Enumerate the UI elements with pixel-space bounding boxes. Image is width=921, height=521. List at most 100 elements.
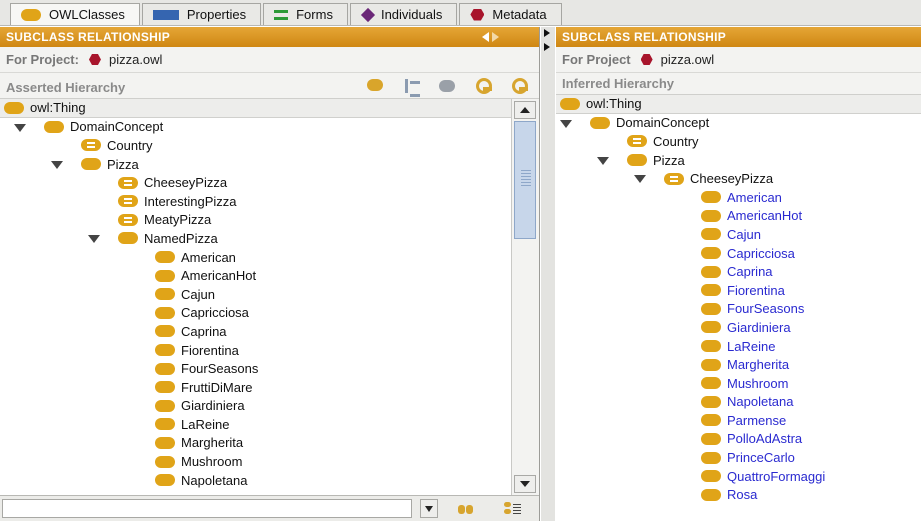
arrow-right-icon[interactable] — [544, 29, 550, 37]
hierarchy-header: Inferred Hierarchy — [556, 73, 921, 95]
panel-title: SUBCLASS RELATIONSHIP — [6, 30, 171, 44]
tab-owlclasses[interactable]: OWLClasses — [10, 3, 140, 25]
tab-metadata[interactable]: Metadata — [459, 3, 562, 25]
tree-row[interactable]: Mushroom — [556, 374, 921, 393]
grip-icon — [521, 170, 531, 188]
tree-row[interactable]: Giardiniera — [556, 318, 921, 337]
tree-item-label: PolloAdAstra — [727, 431, 803, 447]
tree-row[interactable]: CheeseyPizza — [556, 169, 921, 188]
tree-row[interactable]: PrinceCarlo — [556, 448, 921, 467]
tab-properties[interactable]: Properties — [141, 3, 262, 25]
remove-superclass-icon[interactable] — [509, 77, 531, 95]
tree-row[interactable]: Rosa — [556, 485, 921, 504]
tree-row[interactable]: LaReine — [0, 415, 511, 434]
tree-row[interactable]: Fiorentina — [556, 281, 921, 300]
arrow-right-icon[interactable] — [544, 43, 550, 51]
arrow-left-icon[interactable] — [482, 32, 489, 42]
vertical-scrollbar[interactable] — [511, 99, 539, 495]
class-icon — [4, 101, 24, 114]
tab-forms[interactable]: Forms — [263, 3, 348, 25]
tab-individuals[interactable]: Individuals — [349, 3, 458, 25]
tree-item-label: Margherita — [181, 435, 244, 451]
panel-title-bar: SUBCLASS RELATIONSHIP — [556, 27, 921, 47]
tree-row[interactable]: AmericanHot — [0, 266, 511, 285]
delete-class-icon[interactable] — [437, 77, 459, 95]
expand-toggle-icon[interactable] — [14, 123, 26, 132]
tree-row[interactable]: Cajun — [556, 225, 921, 244]
find-results-icon[interactable] — [504, 500, 522, 516]
tree-row[interactable]: DomainConcept — [556, 114, 921, 133]
class-icon — [81, 158, 101, 171]
tree-row[interactable]: FourSeasons — [0, 359, 511, 378]
arrow-right-icon[interactable] — [492, 32, 499, 42]
tree-row[interactable]: Country — [0, 136, 511, 155]
tree-row[interactable]: CheeseyPizza — [0, 173, 511, 192]
tree-row[interactable]: Caprina — [556, 262, 921, 281]
binoculars-icon[interactable] — [458, 501, 474, 515]
tree-row[interactable]: DomainConcept — [0, 118, 511, 137]
tree-item-label: Caprina — [727, 264, 773, 280]
tree-row[interactable]: Napoletana — [0, 471, 511, 490]
tree-row[interactable]: LaReine — [556, 337, 921, 356]
tree-row[interactable]: Country — [556, 132, 921, 151]
tree-row[interactable]: Margherita — [0, 434, 511, 453]
tree-row[interactable]: Caprina — [0, 322, 511, 341]
tree-row[interactable]: AmericanHot — [556, 207, 921, 226]
project-icon — [88, 54, 101, 65]
expand-toggle-icon[interactable] — [560, 119, 572, 128]
tree-row[interactable]: Parmense — [556, 411, 921, 430]
hierarchy-title: Asserted Hierarchy — [6, 80, 126, 95]
expand-toggle-icon[interactable] — [88, 235, 100, 244]
tree-row[interactable]: MeatyPizza — [0, 211, 511, 230]
tree-row[interactable]: Pizza — [0, 155, 511, 174]
scroll-thumb[interactable] — [514, 121, 536, 239]
expand-toggle-icon[interactable] — [634, 175, 646, 184]
inferred-tree: owl:Thing DomainConcept Country Pizza Cheese… — [556, 95, 921, 521]
find-dropdown-button[interactable] — [420, 499, 438, 518]
tree-row[interactable]: Giardiniera — [0, 397, 511, 416]
collapse-controls[interactable] — [482, 32, 499, 42]
class-icon — [155, 325, 175, 338]
tree-row[interactable]: American — [556, 188, 921, 207]
split-divider[interactable] — [541, 27, 555, 521]
tree-item-label: Capricciosa — [727, 245, 795, 261]
tree-row[interactable]: Pizza — [556, 151, 921, 170]
tree-row[interactable]: Mushroom — [0, 452, 511, 471]
arrow-up-icon — [520, 107, 530, 113]
create-sibling-icon[interactable] — [401, 77, 423, 97]
tree-row[interactable]: American — [0, 248, 511, 267]
hierarchy-toolbar — [365, 77, 531, 97]
tab-label: Properties — [186, 7, 247, 22]
tree-row[interactable]: Cajun — [0, 285, 511, 304]
class-icon — [155, 344, 175, 357]
class-icon — [155, 306, 175, 319]
tree-row[interactable]: InterestingPizza — [0, 192, 511, 211]
class-icon — [560, 97, 580, 110]
tree-row[interactable]: PolloAdAstra — [556, 430, 921, 449]
tree-item-label: Cajun — [181, 286, 215, 302]
expand-toggle-icon[interactable] — [597, 156, 609, 165]
tree-row[interactable]: Capricciosa — [0, 304, 511, 323]
tree-row[interactable]: owl:Thing — [0, 99, 511, 118]
add-superclass-icon[interactable] — [473, 77, 495, 95]
tree-row[interactable]: QuattroFormaggi — [556, 467, 921, 486]
find-input[interactable] — [2, 499, 412, 518]
scroll-up-button[interactable] — [514, 101, 536, 119]
class-icon — [155, 436, 175, 449]
project-label: For Project: — [6, 52, 79, 67]
class-icon — [701, 209, 721, 222]
create-subclass-icon[interactable] — [365, 77, 387, 95]
class-icon — [701, 302, 721, 315]
tree-row[interactable]: owl:Thing — [556, 95, 921, 114]
tree-item-label: MeatyPizza — [144, 212, 212, 228]
tree-row[interactable]: NamedPizza — [0, 229, 511, 248]
scroll-down-button[interactable] — [514, 475, 536, 493]
tree-row[interactable]: FruttiDiMare — [0, 378, 511, 397]
expand-toggle-icon[interactable] — [51, 160, 63, 169]
tree-row[interactable]: FourSeasons — [556, 300, 921, 319]
tree-row[interactable]: Napoletana — [556, 393, 921, 412]
tree-row[interactable]: Margherita — [556, 355, 921, 374]
tree-row[interactable]: Capricciosa — [556, 244, 921, 263]
tree-item-label: Caprina — [181, 323, 227, 339]
tree-row[interactable]: Fiorentina — [0, 341, 511, 360]
